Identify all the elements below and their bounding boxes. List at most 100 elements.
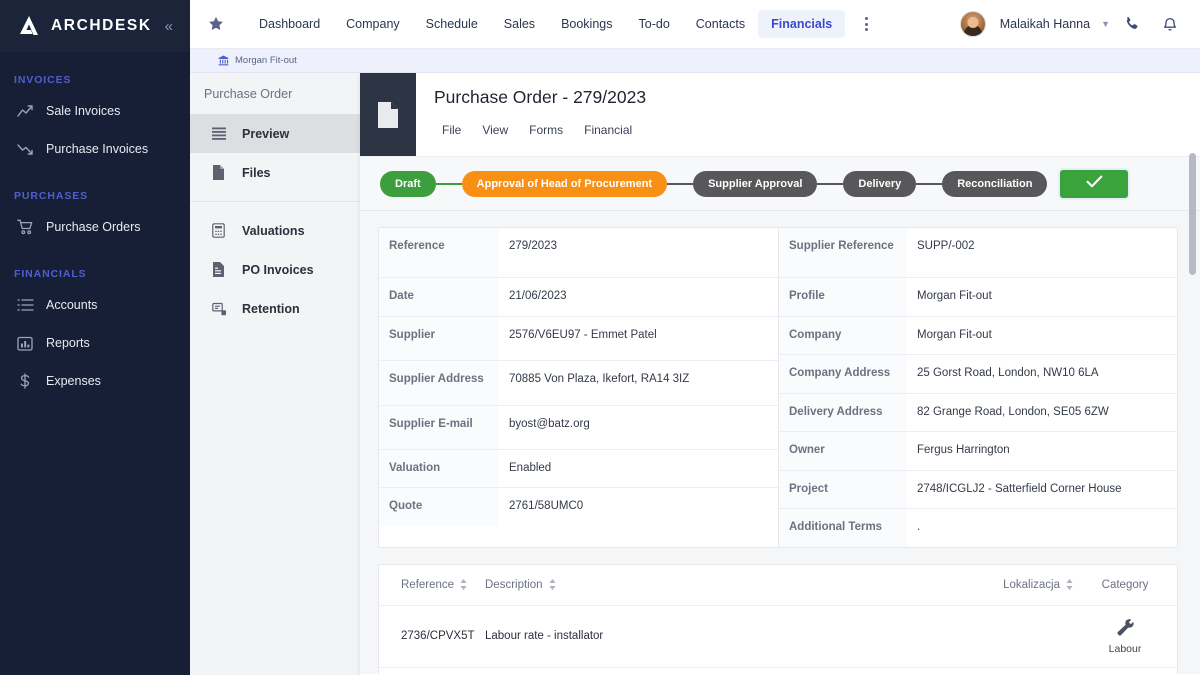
nav-link-company[interactable]: Company (333, 10, 413, 38)
workflow-step-supplier-approval[interactable]: Supplier Approval (693, 171, 817, 197)
table-row[interactable]: 2736/CPVX5T Labour rate - installator La… (379, 606, 1177, 668)
archdesk-logo-icon (16, 13, 42, 39)
detail-value[interactable]: Morgan Fit-out (907, 317, 1177, 355)
detail-key: Company (779, 317, 907, 355)
detail-value[interactable]: 70885 Von Plaza, Ikefort, RA14 3IZ (499, 361, 778, 405)
detail-value[interactable]: SUPP/-002 (907, 228, 1177, 277)
column-header-lokalizacja[interactable]: Lokalizacja (1003, 579, 1073, 591)
chevron-double-left-icon[interactable]: « (162, 17, 176, 36)
detail-row: Owner Fergus Harrington (779, 432, 1177, 471)
sidebar-item-sale-invoices[interactable]: Sale Invoices (0, 92, 190, 130)
detail-sidebar-item-files[interactable]: Files (190, 153, 369, 192)
detail-value[interactable]: 2748/ICGLJ2 - Satterfield Corner House (907, 471, 1177, 509)
nav-link-bookings[interactable]: Bookings (548, 10, 625, 38)
calculator-icon (212, 223, 230, 238)
nav-links: Dashboard Company Schedule Sales Booking… (246, 10, 845, 38)
tab-file[interactable]: File (434, 120, 469, 140)
detail-sidebar-title: Purchase Order (190, 73, 369, 114)
detail-value[interactable]: . (907, 509, 1177, 547)
phone-icon[interactable] (1116, 8, 1148, 40)
workflow-step-draft[interactable]: Draft (380, 171, 436, 197)
user-name[interactable]: Malaikah Hanna (1000, 17, 1090, 31)
invoice-icon (212, 262, 230, 277)
nav-link-contacts[interactable]: Contacts (683, 10, 758, 38)
chevron-down-icon[interactable]: ▼ (1101, 19, 1110, 29)
workflow-pipeline: Draft Approval of Head of Procurement Su… (360, 156, 1200, 211)
avatar[interactable] (960, 11, 986, 37)
detail-row: Additional Terms . (779, 509, 1177, 547)
detail-key: Valuation (379, 450, 499, 488)
detail-value[interactable]: 25 Gorst Road, London, NW10 6LA (907, 355, 1177, 393)
confirm-button[interactable] (1060, 170, 1128, 198)
tab-financial[interactable]: Financial (576, 120, 640, 140)
sort-updown-icon[interactable] (549, 579, 556, 590)
column-header-description[interactable]: Description (485, 579, 1003, 591)
trend-down-icon (14, 140, 36, 158)
detail-key: Reference (379, 228, 499, 277)
detail-value[interactable]: 2576/V6EU97 - Emmet Patel (499, 317, 778, 360)
detail-key: Additional Terms (779, 509, 907, 547)
detail-key: Supplier Address (379, 361, 499, 405)
detail-value[interactable]: Morgan Fit-out (907, 278, 1177, 316)
workflow-step-delivery[interactable]: Delivery (843, 171, 916, 197)
detail-sidebar-item-label: PO Invoices (242, 263, 314, 277)
workflow-connector (817, 183, 843, 185)
detail-value[interactable]: byost@batz.org (499, 406, 778, 449)
column-header-category[interactable]: Category (1087, 579, 1163, 591)
sort-updown-icon[interactable] (460, 579, 467, 590)
sort-updown-icon[interactable] (1066, 579, 1073, 590)
detail-row: Supplier E-mail byost@batz.org (379, 406, 778, 450)
workflow-step-approval-of-head-of-procurement[interactable]: Approval of Head of Procurement (462, 171, 667, 197)
detail-sidebar-item-label: Retention (242, 302, 300, 316)
detail-value[interactable]: 2761/58UMC0 (499, 488, 778, 526)
brand-name: ARCHDESK (51, 17, 162, 35)
sidebar-item-label: Sale Invoices (46, 104, 120, 118)
more-vertical-icon[interactable] (855, 11, 878, 37)
document-header-body: Purchase Order - 279/2023 File View Form… (416, 73, 1200, 156)
detail-row: Supplier 2576/V6EU97 - Emmet Patel (379, 317, 778, 361)
sidebar-item-purchase-invoices[interactable]: Purchase Invoices (0, 130, 190, 168)
star-icon[interactable] (208, 16, 224, 32)
sidebar-item-label: Accounts (46, 298, 97, 312)
nav-link-schedule[interactable]: Schedule (413, 10, 491, 38)
sidebar-item-reports[interactable]: Reports (0, 324, 190, 362)
detail-value[interactable]: 279/2023 (499, 228, 778, 277)
column-header-reference[interactable]: Reference (401, 579, 485, 591)
nav-link-financials[interactable]: Financials (758, 10, 845, 38)
detail-value[interactable]: Enabled (499, 450, 778, 488)
bell-icon[interactable] (1154, 8, 1186, 40)
breadcrumb-label[interactable]: Morgan Fit-out (235, 55, 297, 66)
workflow-step-reconciliation[interactable]: Reconciliation (942, 171, 1047, 197)
detail-sidebar-item-po-invoices[interactable]: PO Invoices (190, 250, 369, 289)
detail-sidebar-item-preview[interactable]: Preview (190, 114, 369, 153)
detail-sidebar-divider (190, 201, 369, 202)
nav-link-todo[interactable]: To-do (626, 10, 683, 38)
tab-view[interactable]: View (474, 120, 516, 140)
cell-description: Labour rate - installator (485, 630, 1073, 642)
detail-key: Delivery Address (779, 394, 907, 432)
detail-key: Company Address (779, 355, 907, 393)
sidebar-group-label-invoices: INVOICES (0, 74, 190, 86)
sidebar-item-accounts[interactable]: Accounts (0, 286, 190, 324)
nav-link-dashboard[interactable]: Dashboard (246, 10, 333, 38)
tab-forms[interactable]: Forms (521, 120, 571, 140)
detail-value[interactable]: Fergus Harrington (907, 432, 1177, 470)
document-icon (360, 73, 416, 156)
sidebar-item-expenses[interactable]: Expenses (0, 362, 190, 400)
shopping-cart-icon (14, 218, 36, 236)
detail-row: Company Address 25 Gorst Road, London, N… (779, 355, 1177, 394)
table-row[interactable]: 2736/CPVX5T Labour rate - installator (379, 668, 1177, 674)
detail-sidebar-item-valuations[interactable]: Valuations (190, 211, 369, 250)
detail-value[interactable]: 82 Grange Road, London, SE05 6ZW (907, 394, 1177, 432)
scrollbar-thumb[interactable] (1189, 153, 1196, 275)
check-icon (1086, 175, 1103, 193)
workflow-connector (667, 183, 693, 185)
details-column-left: Reference 279/2023 Date 21/06/2023 Suppl… (379, 228, 778, 547)
detail-row: Project 2748/ICGLJ2 - Satterfield Corner… (779, 471, 1177, 510)
detail-row: Profile Morgan Fit-out (779, 278, 1177, 317)
sidebar-group-label-purchases: PURCHASES (0, 190, 190, 202)
detail-value[interactable]: 21/06/2023 (499, 278, 778, 316)
nav-link-sales[interactable]: Sales (491, 10, 548, 38)
detail-sidebar-item-retention[interactable]: Retention (190, 289, 369, 328)
sidebar-item-purchase-orders[interactable]: Purchase Orders (0, 208, 190, 246)
